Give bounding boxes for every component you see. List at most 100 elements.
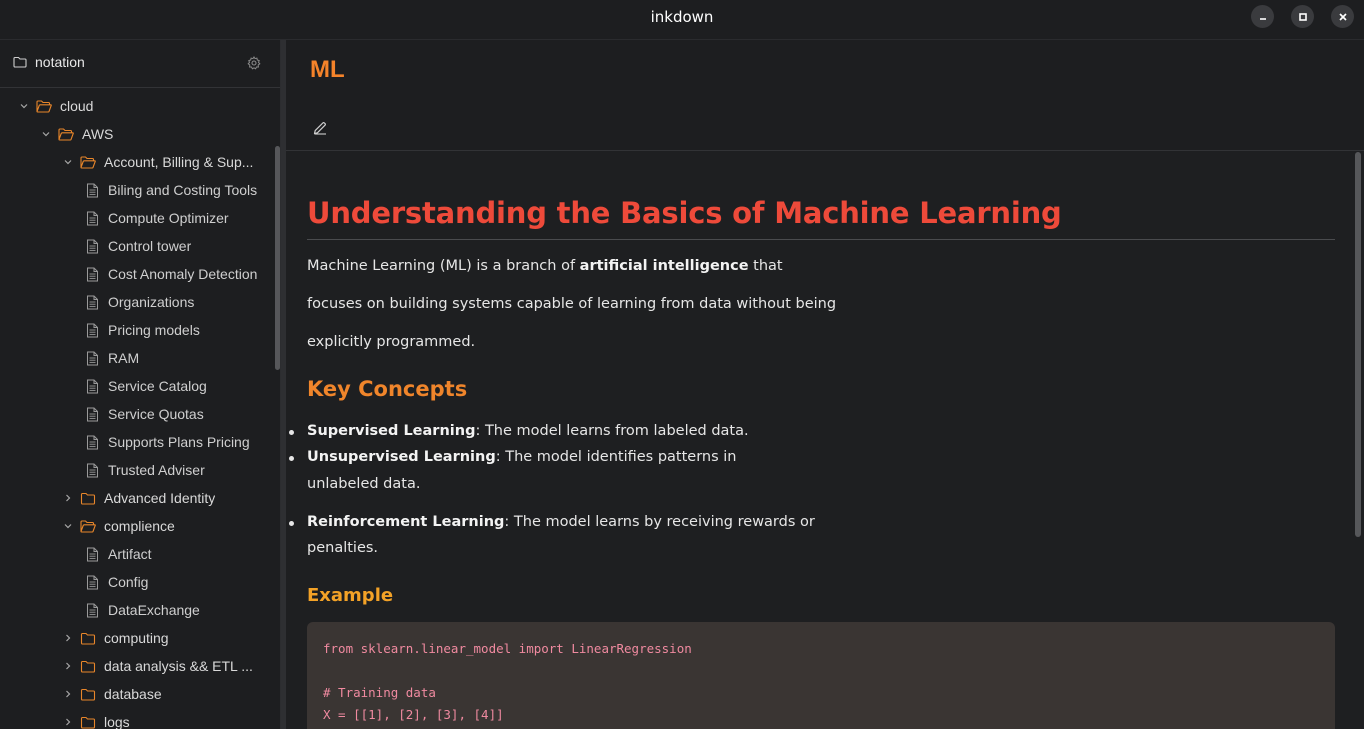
tree-item-label: Advanced Identity xyxy=(104,490,216,506)
tree-item-label: computing xyxy=(104,630,169,646)
bold-text: Reinforcement Learning xyxy=(307,514,505,530)
text-span: that xyxy=(748,258,783,274)
tree-item-label: Organizations xyxy=(108,294,195,310)
tree-file[interactable]: Config xyxy=(0,568,276,596)
chevron-down-icon[interactable] xyxy=(62,520,74,532)
tree-folder[interactable]: database xyxy=(0,680,276,708)
folder-icon xyxy=(80,490,96,506)
chevron-right-icon[interactable] xyxy=(62,492,74,504)
text-span: : The model identifies patterns in xyxy=(495,449,737,465)
tree-file[interactable]: Control tower xyxy=(0,232,276,260)
tree-item-label: Cost Anomaly Detection xyxy=(108,266,258,282)
maximize-button[interactable] xyxy=(1291,5,1314,28)
chevron-right-icon[interactable] xyxy=(62,688,74,700)
tree-item-label: logs xyxy=(104,714,130,729)
workspace-header[interactable]: notation xyxy=(0,40,280,88)
tree-file[interactable]: Organizations xyxy=(0,288,276,316)
tree-folder[interactable]: logs xyxy=(0,708,276,729)
folder-icon xyxy=(80,686,96,702)
heading-rule xyxy=(307,239,1335,240)
document-icon xyxy=(84,574,100,590)
code-line: from sklearn.linear_model import LinearR… xyxy=(323,641,692,656)
folder-icon xyxy=(80,658,96,674)
gear-icon[interactable] xyxy=(247,56,261,70)
tree-folder[interactable]: computing xyxy=(0,624,276,652)
minimize-button[interactable] xyxy=(1251,5,1274,28)
document-icon xyxy=(84,238,100,254)
close-button[interactable] xyxy=(1331,5,1354,28)
list-item: Reinforcement Learning: The model learns… xyxy=(307,514,815,530)
document-icon xyxy=(84,322,100,338)
tree-file[interactable]: Supports Plans Pricing xyxy=(0,428,276,456)
tree-folder[interactable]: Advanced Identity xyxy=(0,484,276,512)
tree-file[interactable]: Service Quotas xyxy=(0,400,276,428)
folder-icon xyxy=(80,714,96,729)
document-icon xyxy=(84,378,100,394)
maximize-icon xyxy=(1298,12,1307,21)
tree-item-label: DataExchange xyxy=(108,602,200,618)
tree-item-label: RAM xyxy=(108,350,140,366)
document-header: ML xyxy=(286,40,1364,151)
chevron-right-icon[interactable] xyxy=(62,716,74,728)
window-title: inkdown xyxy=(650,8,714,26)
tree-file[interactable]: Trusted Adviser xyxy=(0,456,276,484)
tree-item-label: database xyxy=(104,686,162,702)
sidebar: notation cloud AWS Account, Billing & Sup.… xyxy=(0,40,281,729)
bold-text: artificial intelligence xyxy=(579,258,749,274)
document-content[interactable]: Understanding the Basics of Machine Lear… xyxy=(287,152,1354,729)
chevron-down-icon[interactable] xyxy=(62,156,74,168)
sidebar-scrollbar[interactable] xyxy=(275,146,280,370)
tree-item-label: Compute Optimizer xyxy=(108,210,229,226)
tree-file[interactable]: DataExchange xyxy=(0,596,276,624)
tree-folder[interactable]: data analysis && ETL ... xyxy=(0,652,276,680)
list-item-continuation: unlabeled data. xyxy=(307,476,421,492)
tree-file[interactable]: Cost Anomaly Detection xyxy=(0,260,276,288)
list-item-continuation: penalties. xyxy=(307,540,379,556)
tree-file[interactable]: RAM xyxy=(0,344,276,372)
chevron-down-icon[interactable] xyxy=(40,128,52,140)
close-icon xyxy=(1338,12,1347,21)
document-icon xyxy=(84,406,100,422)
folder-open-icon xyxy=(36,98,52,114)
chevron-down-icon[interactable] xyxy=(18,100,30,112)
tree-folder[interactable]: cloud xyxy=(0,92,276,120)
tree-item-label: Trusted Adviser xyxy=(108,462,205,478)
tree-file[interactable]: Biling and Costing Tools xyxy=(0,176,276,204)
tree-item-label: Artifact xyxy=(108,546,152,562)
content-scrollbar[interactable] xyxy=(1355,152,1361,537)
folder-open-icon xyxy=(80,154,96,170)
document-icon xyxy=(84,462,100,478)
tree-folder[interactable]: complience xyxy=(0,512,276,540)
tree-file[interactable]: Artifact xyxy=(0,540,276,568)
document-title[interactable]: ML xyxy=(310,56,345,84)
code-line: X = [[1], [2], [3], [4]] xyxy=(323,707,504,722)
edit-icon[interactable] xyxy=(312,120,328,136)
folder-open-icon xyxy=(58,126,74,142)
tree-item-label: AWS xyxy=(82,126,114,142)
file-tree: cloud AWS Account, Billing & Sup... Biling … xyxy=(0,92,276,729)
folder-icon xyxy=(13,56,27,68)
chevron-right-icon[interactable] xyxy=(62,660,74,672)
bullet-dot xyxy=(289,456,294,461)
document-icon xyxy=(84,210,100,226)
paragraph-line: focuses on building systems capable of l… xyxy=(307,296,837,312)
document-icon xyxy=(84,266,100,282)
tree-folder[interactable]: AWS xyxy=(0,120,276,148)
tree-item-label: complience xyxy=(104,518,175,534)
tree-file[interactable]: Pricing models xyxy=(0,316,276,344)
chevron-right-icon[interactable] xyxy=(62,632,74,644)
folder-icon xyxy=(80,630,96,646)
document-icon xyxy=(84,546,100,562)
tree-item-label: Control tower xyxy=(108,238,192,254)
bullet-dot xyxy=(289,521,294,526)
document-icon xyxy=(84,182,100,198)
code-block[interactable]: from sklearn.linear_model import LinearR… xyxy=(307,622,1335,729)
text-span: Machine Learning (ML) is a branch of xyxy=(307,258,580,274)
tree-folder[interactable]: Account, Billing & Sup... xyxy=(0,148,276,176)
tree-item-label: Service Quotas xyxy=(108,406,204,422)
tree-file[interactable]: Service Catalog xyxy=(0,372,276,400)
tree-item-label: Config xyxy=(108,574,149,590)
tree-file[interactable]: Compute Optimizer xyxy=(0,204,276,232)
tree-item-label: Service Catalog xyxy=(108,378,207,394)
list-item: Unsupervised Learning: The model identif… xyxy=(307,449,737,465)
